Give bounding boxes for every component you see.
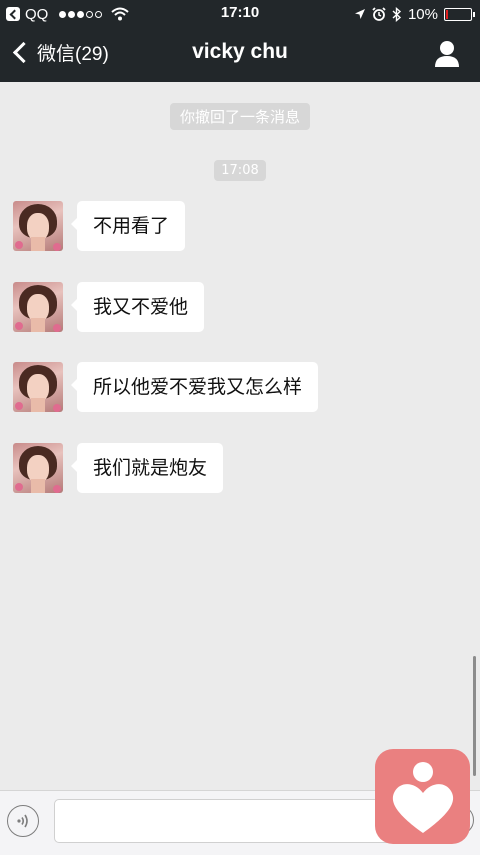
heart-logo-icon xyxy=(375,749,470,844)
avatar[interactable] xyxy=(13,443,63,493)
avatar[interactable] xyxy=(13,282,63,332)
bluetooth-icon xyxy=(392,6,402,22)
chat-scrollbar[interactable] xyxy=(473,656,476,776)
person-icon[interactable] xyxy=(434,40,460,68)
chat-title: vicky chu xyxy=(192,40,288,63)
avatar[interactable] xyxy=(13,362,63,412)
message-row: 我又不爱他 xyxy=(13,282,205,332)
voice-icon xyxy=(17,814,28,828)
voice-input-button[interactable] xyxy=(7,805,39,837)
message-bubble[interactable]: 不用看了 xyxy=(70,201,186,251)
message-timestamp: 17:08 xyxy=(0,160,480,181)
navigation-bar: 微信(29) vicky chu xyxy=(0,28,480,82)
recall-notice: 你撤回了一条消息 xyxy=(0,103,480,130)
battery-icon xyxy=(444,7,475,21)
message-input[interactable] xyxy=(54,799,416,843)
recall-notice-text: 你撤回了一条消息 xyxy=(169,103,310,130)
avatar[interactable] xyxy=(13,201,63,251)
message-bubble[interactable]: 我们就是炮友 xyxy=(70,443,224,493)
message-row: 所以他爱不爱我又怎么样 xyxy=(13,362,319,412)
message-bubble[interactable]: 我又不爱他 xyxy=(70,282,205,332)
message-bubble[interactable]: 所以他爱不爱我又怎么样 xyxy=(70,362,319,412)
timestamp-text: 17:08 xyxy=(214,160,266,181)
battery-percent: 10% xyxy=(407,5,438,23)
message-row: 不用看了 xyxy=(13,201,186,251)
battery-fill xyxy=(446,9,448,19)
location-icon xyxy=(354,9,365,19)
status-bar-right: 10% xyxy=(354,4,475,24)
status-bar: QQ 17:10 10% xyxy=(0,0,480,28)
alarm-icon xyxy=(372,7,386,21)
message-row: 我们就是炮友 xyxy=(13,443,224,493)
